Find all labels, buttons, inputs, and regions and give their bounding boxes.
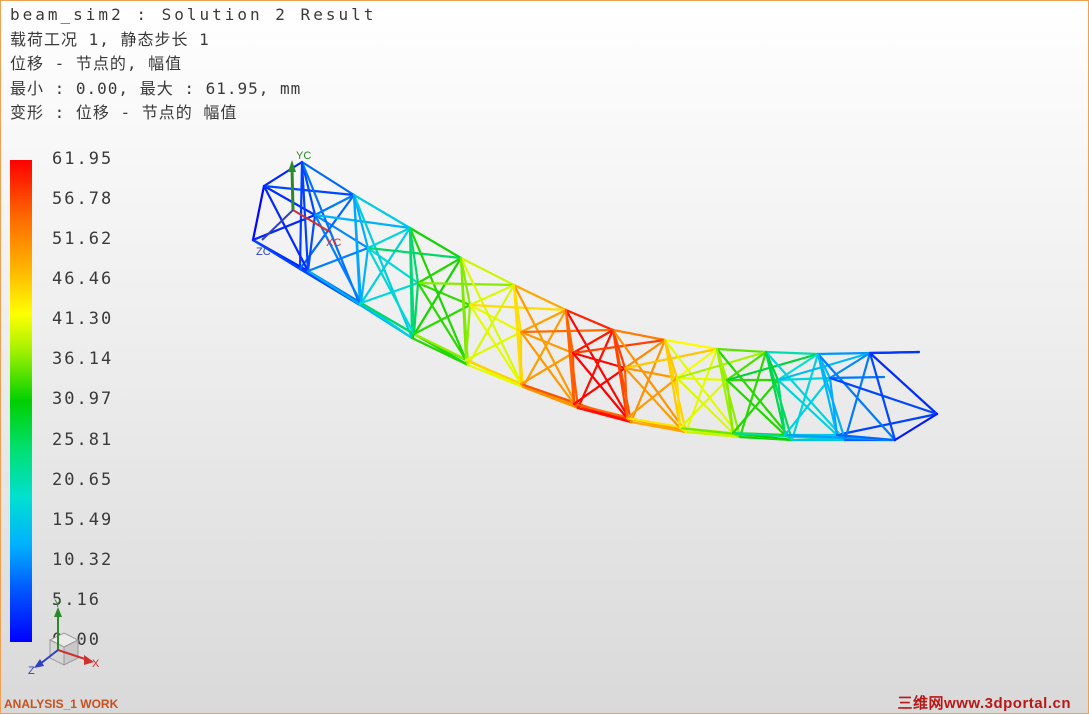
mesh-element	[675, 376, 729, 382]
mesh-element	[416, 281, 516, 287]
mesh-element	[412, 281, 420, 336]
view-y-label: Y	[54, 598, 62, 610]
mesh-element	[764, 350, 820, 356]
xc-label: XC	[326, 237, 341, 249]
yc-axis	[290, 167, 295, 211]
yc-label: YC	[296, 150, 311, 162]
mesh-element	[262, 160, 304, 188]
view-z-arrow-icon	[34, 659, 44, 668]
deformed-mesh[interactable]	[251, 160, 939, 442]
mesh-element	[663, 338, 719, 351]
mesh-element	[715, 347, 768, 354]
mesh-element	[251, 184, 266, 242]
model-triad[interactable]: YC XC ZC	[256, 150, 341, 258]
mesh-element	[512, 283, 568, 312]
zc-label: ZC	[256, 246, 271, 258]
mesh-element	[868, 350, 921, 355]
mesh-element	[464, 330, 523, 362]
watermark-text: 三维网www.3dportal.cn	[897, 695, 1071, 712]
mesh-element	[313, 193, 356, 217]
work-part-label: ANALYSIS_1 WORK	[4, 697, 119, 711]
view-x-label: X	[92, 658, 100, 670]
mesh-element	[816, 351, 872, 356]
mesh-element	[611, 328, 667, 342]
mesh-element	[571, 351, 576, 406]
mesh-element	[828, 376, 939, 416]
view-z-label: Z	[28, 665, 35, 677]
graphics-viewport[interactable]: YC XC ZC Y X Z	[0, 0, 1089, 714]
mesh-element	[725, 350, 768, 382]
view-triad[interactable]: Y X Z	[28, 598, 100, 677]
mesh-element	[408, 226, 470, 367]
mesh-element	[519, 351, 575, 386]
mesh-element	[738, 350, 768, 439]
mesh-element	[459, 256, 516, 287]
mesh-element	[868, 351, 939, 416]
